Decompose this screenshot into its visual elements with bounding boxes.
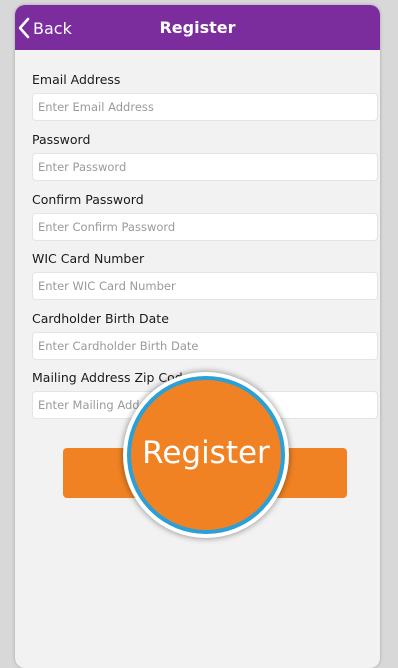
- magnifier-callout[interactable]: Register: [127, 376, 285, 534]
- password-label: Password: [32, 132, 91, 147]
- birth-date-label: Cardholder Birth Date: [32, 311, 169, 326]
- page-title: Register: [159, 18, 236, 37]
- email-label: Email Address: [32, 72, 121, 87]
- app-screen: Back Register Email Address Password Con…: [15, 5, 380, 668]
- confirm-password-field[interactable]: [32, 213, 378, 241]
- birth-date-field[interactable]: [32, 332, 378, 360]
- email-field[interactable]: [32, 93, 378, 121]
- wic-card-field[interactable]: [32, 272, 378, 300]
- zip-code-label: Mailing Address Zip Code: [32, 370, 191, 385]
- confirm-password-label: Confirm Password: [32, 192, 144, 207]
- magnifier-label: Register: [142, 435, 270, 471]
- password-field[interactable]: [32, 153, 378, 181]
- wic-card-label: WIC Card Number: [32, 251, 145, 266]
- nav-bar: Back Register: [15, 5, 380, 50]
